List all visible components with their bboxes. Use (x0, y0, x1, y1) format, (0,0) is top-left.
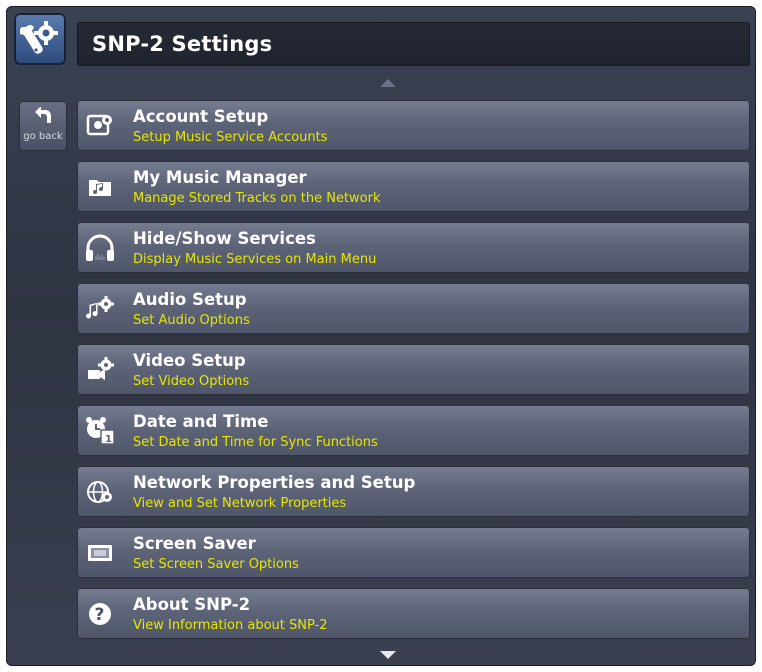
svg-text:1: 1 (105, 434, 112, 445)
go-back-label: go back (23, 131, 63, 142)
menu-item-hide-show-services[interactable]: Hide/Show Services Display Music Service… (77, 222, 750, 273)
menu-item-title: My Music Manager (133, 168, 307, 187)
menu-item-subtitle: Set Video Options (133, 374, 250, 389)
network-globe-icon (83, 475, 117, 509)
menu-item-title: Hide/Show Services (133, 229, 316, 248)
menu-item-network-properties[interactable]: Network Properties and Setup View and Se… (77, 466, 750, 517)
menu-item-subtitle: Manage Stored Tracks on the Network (133, 191, 381, 206)
scroll-down-arrow-icon[interactable] (380, 651, 396, 659)
menu-item-title: Screen Saver (133, 534, 256, 553)
settings-menu: Account Setup Setup Music Service Accoun… (77, 100, 750, 649)
menu-item-subtitle: Set Screen Saver Options (133, 557, 299, 572)
account-setup-icon (83, 109, 117, 143)
header-bar: SNP-2 Settings (77, 22, 750, 66)
menu-item-subtitle: Set Audio Options (133, 313, 250, 328)
wrench-gear-icon (20, 21, 58, 54)
video-gear-icon (83, 353, 117, 387)
menu-item-title: Date and Time (133, 412, 269, 431)
menu-item-account-setup[interactable]: Account Setup Setup Music Service Accoun… (77, 100, 750, 151)
menu-item-subtitle: Set Date and Time for Sync Functions (133, 435, 378, 450)
headphones-icon (83, 231, 117, 265)
menu-item-subtitle: View and Set Network Properties (133, 496, 347, 511)
menu-item-title: Audio Setup (133, 290, 247, 309)
menu-item-screen-saver[interactable]: Screen Saver Set Screen Saver Options (77, 527, 750, 578)
menu-item-subtitle: Display Music Services on Main Menu (133, 252, 377, 267)
screen-saver-icon (83, 536, 117, 570)
menu-item-date-and-time[interactable]: 1 Date and Time Set Date and Time for Sy… (77, 405, 750, 456)
go-back-button[interactable]: go back (19, 101, 67, 151)
scroll-up-arrow-icon[interactable] (380, 79, 396, 87)
question-icon: ? (83, 597, 117, 631)
menu-item-audio-setup[interactable]: Audio Setup Set Audio Options (77, 283, 750, 334)
menu-item-title: Network Properties and Setup (133, 473, 416, 492)
back-arrow-icon (35, 107, 51, 123)
menu-item-about-snp-2[interactable]: ? About SNP-2 View Information about SNP… (77, 588, 750, 639)
menu-item-subtitle: Setup Music Service Accounts (133, 130, 328, 145)
settings-app-icon (14, 13, 66, 65)
audio-gear-icon (83, 292, 117, 326)
menu-item-my-music-manager[interactable]: My Music Manager Manage Stored Tracks on… (77, 161, 750, 212)
music-folder-icon (83, 170, 117, 204)
menu-item-subtitle: View Information about SNP-2 (133, 618, 328, 633)
menu-item-title: Account Setup (133, 107, 269, 126)
menu-item-title: About SNP-2 (133, 595, 251, 614)
page-title: SNP-2 Settings (92, 32, 273, 56)
clock-calendar-icon: 1 (83, 414, 117, 448)
menu-item-video-setup[interactable]: Video Setup Set Video Options (77, 344, 750, 395)
menu-item-title: Video Setup (133, 351, 246, 370)
svg-text:?: ? (95, 605, 105, 625)
